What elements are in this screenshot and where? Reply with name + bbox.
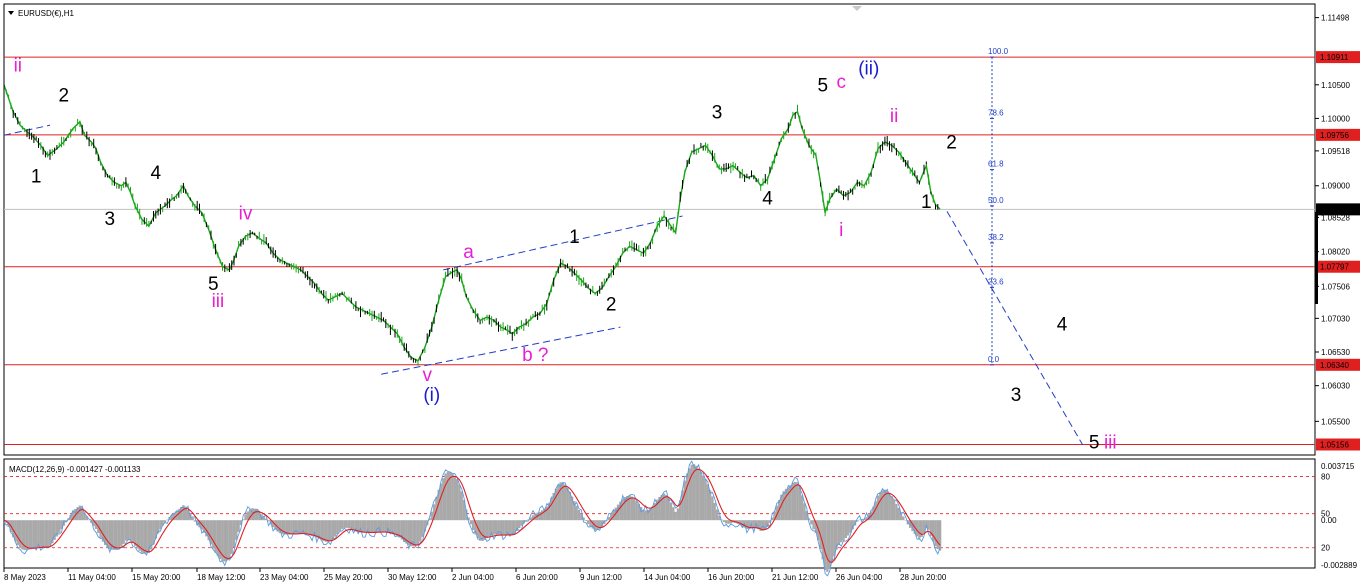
- macd-axis-label: 20: [1321, 544, 1330, 553]
- wave-label: 3: [712, 102, 723, 123]
- wave-label: i: [839, 220, 843, 241]
- price-tag-label: 1.07797: [1320, 263, 1349, 272]
- price-tick-label: 1.07030: [1321, 314, 1350, 323]
- time-tick-label: 8 May 2023: [4, 573, 46, 582]
- price-tag-label: 1.06340: [1320, 361, 1349, 370]
- time-tick-label: 2 Jun 04:00: [452, 573, 494, 582]
- current-price-tag-label: 1.08649: [1320, 205, 1349, 214]
- fib-level-label: 61.8: [988, 160, 1004, 169]
- wave-label: 3: [1011, 385, 1022, 406]
- time-tick-label: 6 Jun 20:00: [516, 573, 558, 582]
- time-tick-label: 11 May 04:00: [68, 573, 116, 582]
- fib-level-label: 50.0: [988, 196, 1004, 205]
- wave-label: 2: [59, 86, 70, 107]
- wave-label: 5: [818, 76, 829, 97]
- symbol-label: EURUSD(€),H1: [18, 9, 75, 18]
- macd-label: MACD(12,26,9) -0.001427 -0.001133: [9, 465, 141, 474]
- fib-level-label: 78.6: [988, 108, 1004, 117]
- time-tick-label: 15 May 20:00: [132, 573, 181, 582]
- price-tick-label: 1.08020: [1321, 248, 1350, 257]
- wave-label: (i): [423, 385, 440, 406]
- time-tick-label: 28 Jun 20:00: [900, 573, 947, 582]
- price-tick-label: 1.09000: [1321, 182, 1350, 191]
- macd-axis-label: -0.002889: [1321, 561, 1358, 570]
- wave-label: b ?: [522, 345, 548, 366]
- wave-label: iv: [239, 203, 253, 224]
- price-tick-label: 1.06530: [1321, 348, 1350, 357]
- macd-axis-label: 0.003715: [1321, 462, 1355, 471]
- price-tag-label: 1.10911: [1320, 53, 1349, 62]
- price-tick-label: 1.05500: [1321, 417, 1350, 426]
- macd-axis-label: 80: [1321, 472, 1330, 481]
- wave-label: 2: [606, 294, 617, 315]
- wave-label: 3: [105, 209, 116, 230]
- wave-label: 1: [31, 166, 42, 187]
- time-tick-label: 21 Jun 12:00: [772, 573, 819, 582]
- wave-label: ii: [14, 55, 22, 76]
- time-tick-label: 26 Jun 04:00: [836, 573, 883, 582]
- time-tick-label: 25 May 20:00: [324, 573, 373, 582]
- fib-level-label: 23.6: [988, 277, 1004, 286]
- wave-label: 4: [151, 163, 162, 184]
- wave-label: iii: [1104, 432, 1117, 453]
- time-tick-label: 14 Jun 04:00: [644, 573, 691, 582]
- price-tick-label: 1.09518: [1321, 147, 1350, 156]
- time-tick-label: 23 May 04:00: [260, 573, 309, 582]
- wave-label: iii: [212, 291, 225, 312]
- wave-label: 1: [921, 192, 932, 213]
- time-tick-label: 18 May 12:00: [197, 573, 246, 582]
- wave-label: ii: [890, 106, 898, 127]
- wave-label: a: [463, 242, 474, 263]
- fib-level-label: 0.0: [988, 355, 1000, 364]
- scroll-position-bar: [1315, 212, 1318, 304]
- price-tick-label: 1.07506: [1321, 282, 1350, 291]
- macd-axis-label: 0.00: [1321, 516, 1337, 525]
- wave-label: v: [422, 365, 432, 386]
- time-tick-label: 30 May 12:00: [388, 573, 437, 582]
- price-tag-label: 1.05156: [1320, 440, 1349, 449]
- fib-level-label: 38.2: [988, 233, 1004, 242]
- time-tick-label: 16 Jun 20:00: [708, 573, 755, 582]
- price-tick-label: 1.11498: [1321, 14, 1350, 23]
- fib-level-label: 100.0: [988, 47, 1009, 56]
- wave-label: c: [836, 72, 846, 93]
- price-tag-label: 1.09756: [1320, 131, 1349, 140]
- time-tick-label: 9 Jun 12:00: [580, 573, 622, 582]
- wave-label: 5: [1089, 432, 1100, 453]
- price-tick-label: 1.10500: [1321, 81, 1350, 90]
- wave-label: 4: [762, 189, 773, 210]
- wave-label: 1: [569, 227, 580, 248]
- wave-label: (ii): [858, 59, 879, 80]
- wave-label: 4: [1057, 314, 1068, 335]
- wave-label: 2: [946, 133, 957, 154]
- eurusd-chart[interactable]: EURUSD(€),H1 100.078.661.850.038.223.60.…: [0, 0, 1366, 588]
- price-tick-label: 1.10000: [1321, 114, 1350, 123]
- price-tick-label: 1.06030: [1321, 382, 1350, 391]
